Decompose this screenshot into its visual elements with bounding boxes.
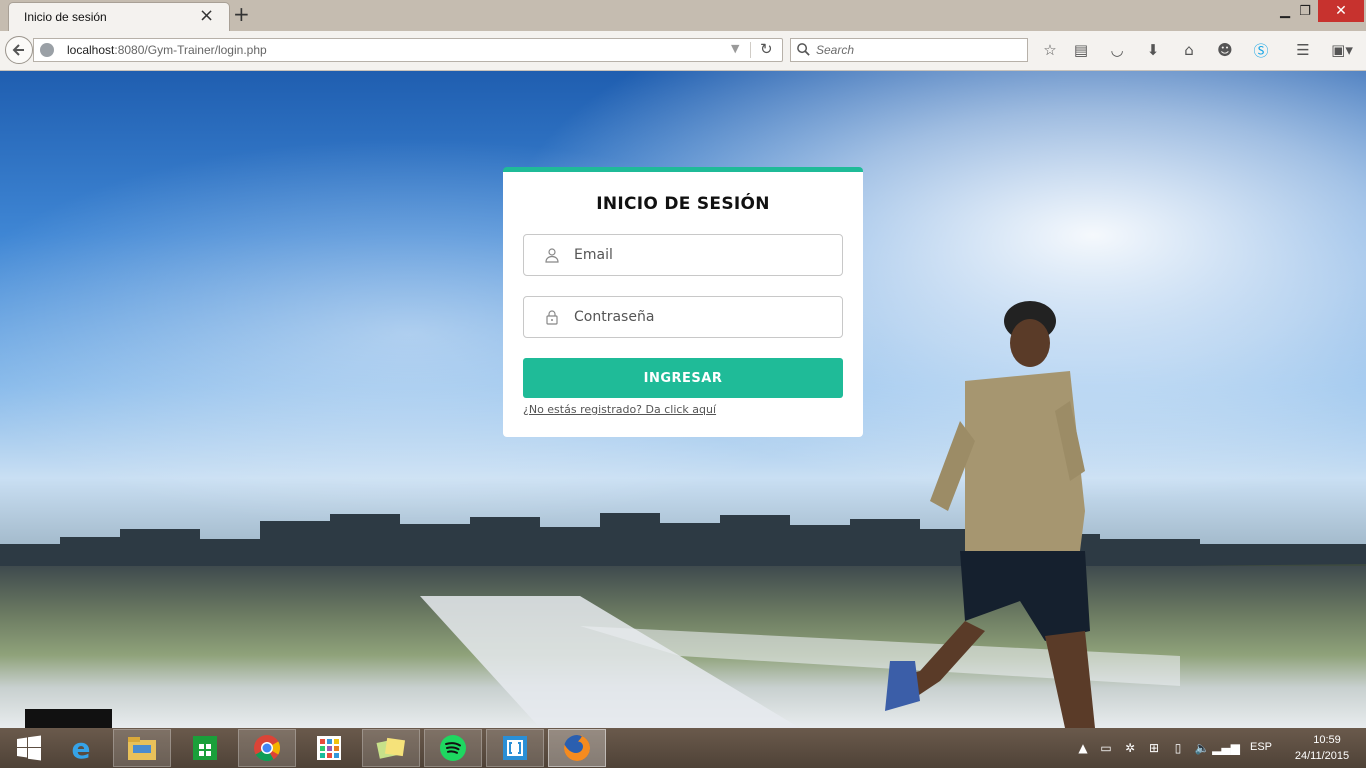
- user-icon: [545, 248, 559, 263]
- spotify-icon: [440, 735, 466, 761]
- tab-title: Inicio de sesión: [24, 10, 107, 24]
- sticky-notes-icon: [376, 737, 406, 759]
- login-page-background: INICIO DE SESIÓN INGRESAR ¿No estás regi…: [0, 71, 1366, 728]
- windows-flag-icon[interactable]: ⊞: [1146, 740, 1162, 756]
- back-arrow-icon: [12, 44, 24, 56]
- url-path: :8080/Gym-Trainer/login.php: [114, 43, 267, 57]
- new-tab-icon[interactable]: +: [233, 4, 250, 24]
- reload-icon[interactable]: ↻: [760, 40, 773, 58]
- home-icon[interactable]: ⌂: [1179, 40, 1199, 60]
- chrome-icon: [254, 735, 281, 762]
- reading-list-icon[interactable]: ▤: [1071, 40, 1091, 60]
- browser-tab-strip: Inicio de sesión × + ▁ ❐ ✕: [0, 0, 1366, 32]
- tab-close-icon[interactable]: ×: [199, 7, 214, 25]
- browser-tab[interactable]: Inicio de sesión ×: [8, 2, 230, 32]
- taskbar-spotify[interactable]: [424, 729, 482, 767]
- clock-date[interactable]: 24/11/2015: [1282, 750, 1362, 762]
- url-bar[interactable]: localhost:8080/Gym-Trainer/login.php ▼ ↻: [33, 38, 783, 62]
- windows-store-icon: [193, 736, 217, 760]
- search-icon: [797, 43, 810, 56]
- globe-icon: [40, 43, 54, 57]
- taskbar-file-explorer[interactable]: [113, 729, 171, 767]
- file-explorer-icon: [128, 737, 156, 760]
- dropbox-icon[interactable]: ✲: [1122, 740, 1138, 756]
- device-icon[interactable]: ▯: [1170, 740, 1186, 756]
- profile-icon[interactable]: ▣▾: [1326, 40, 1358, 60]
- email-field[interactable]: [523, 234, 843, 276]
- language-indicator[interactable]: ESP: [1250, 741, 1272, 753]
- taskbar-windows-store[interactable]: [176, 729, 234, 767]
- email-input[interactable]: [574, 235, 834, 275]
- taskbar-sticky-notes[interactable]: [362, 729, 420, 767]
- chat-icon[interactable]: ☻: [1215, 40, 1235, 60]
- apps-grid-icon: [317, 736, 341, 760]
- hidden-panel-tab[interactable]: [25, 709, 112, 728]
- brackets-icon: [503, 736, 527, 760]
- show-hidden-icons-icon[interactable]: ▲: [1075, 740, 1091, 756]
- login-button[interactable]: INGRESAR: [523, 358, 843, 398]
- navigation-toolbar: localhost:8080/Gym-Trainer/login.php ▼ ↻…: [0, 31, 1366, 71]
- start-icon: [17, 735, 41, 761]
- runner-image: [885, 301, 1095, 728]
- action-center-icon[interactable]: ▭: [1098, 740, 1114, 756]
- url-history-dropdown-icon[interactable]: ▼: [731, 42, 739, 55]
- login-title: INICIO DE SESIÓN: [596, 194, 770, 214]
- taskbar-apps[interactable]: [300, 729, 358, 767]
- firefox-icon: [564, 735, 591, 761]
- internet-explorer-icon: e: [71, 731, 91, 765]
- search-bar[interactable]: [790, 38, 1028, 62]
- taskbar-internet-explorer[interactable]: e: [52, 729, 110, 767]
- volume-icon[interactable]: 🔈: [1194, 740, 1210, 756]
- password-input[interactable]: [574, 297, 834, 337]
- back-button[interactable]: [5, 36, 33, 64]
- clock-time[interactable]: 10:59: [1292, 734, 1362, 746]
- taskbar-brackets[interactable]: [486, 729, 544, 767]
- pocket-icon[interactable]: ◡: [1107, 40, 1127, 60]
- network-signal-icon[interactable]: ▂▄▆: [1212, 740, 1240, 756]
- search-input[interactable]: [816, 39, 1016, 61]
- restore-icon[interactable]: ❐: [1288, 0, 1322, 22]
- start-button[interactable]: [0, 729, 58, 767]
- system-tray: ▲ ▭ ✲ ⊞ ▯ 🔈 ▂▄▆ ESP 10:59 24/11/2015: [1070, 728, 1366, 768]
- windows-taskbar: e ▲ ▭ ✲ ⊞ ▯ 🔈 ▂▄▆ ESP 10:59 24/11/2015: [0, 728, 1366, 768]
- menu-icon[interactable]: ☰: [1293, 40, 1313, 60]
- bookmark-star-icon[interactable]: ☆: [1040, 40, 1060, 60]
- taskbar-firefox[interactable]: [548, 729, 606, 767]
- register-link[interactable]: ¿No estás registrado? Da click aquí: [523, 403, 716, 416]
- url-host: localhost: [67, 43, 115, 57]
- taskbar-chrome[interactable]: [238, 729, 296, 767]
- url-divider: [750, 42, 751, 58]
- url-text[interactable]: localhost:8080/Gym-Trainer/login.php: [67, 43, 267, 57]
- window-close-icon[interactable]: ✕: [1318, 0, 1364, 22]
- password-field[interactable]: [523, 296, 843, 338]
- lock-icon: [546, 310, 558, 325]
- skype-icon[interactable]: Ⓢ: [1251, 40, 1271, 60]
- downloads-icon[interactable]: ⬇: [1143, 40, 1163, 60]
- login-card: INICIO DE SESIÓN INGRESAR ¿No estás regi…: [503, 167, 863, 437]
